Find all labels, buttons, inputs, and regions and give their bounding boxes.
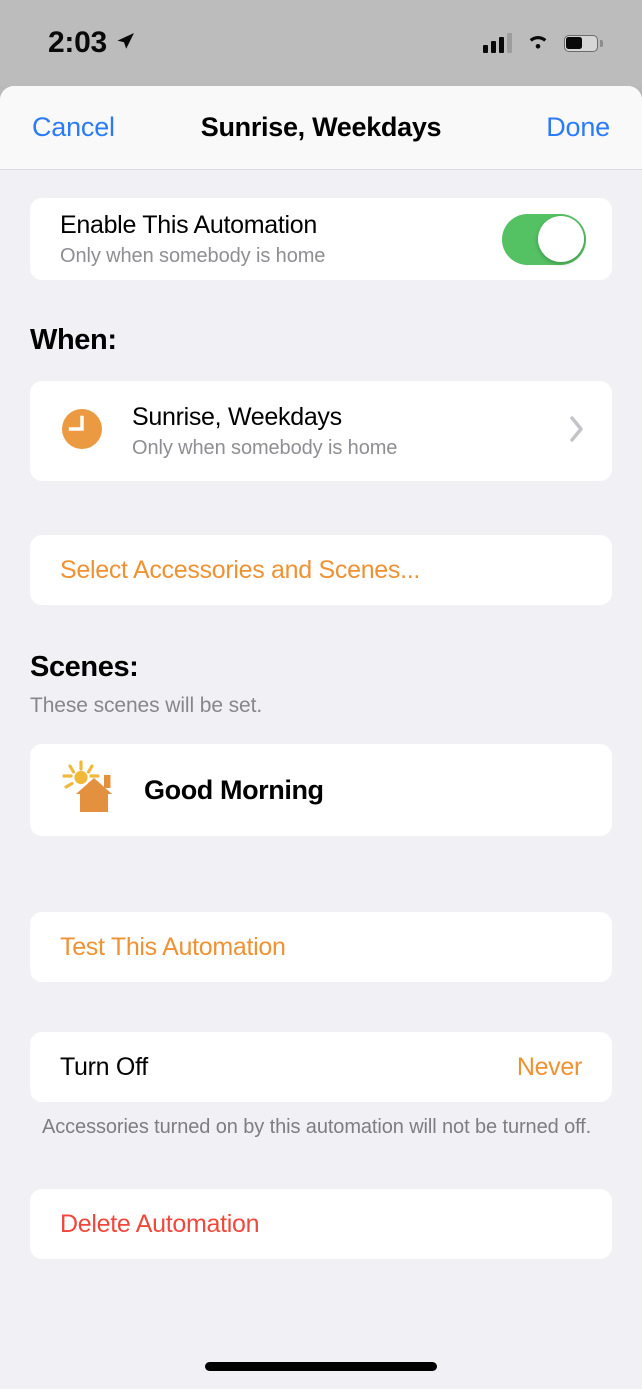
scene-list-item[interactable]: Good Morning [30,744,612,836]
sunrise-house-icon [60,758,122,823]
turn-off-value: Never [517,1053,582,1082]
enable-automation-card: Enable This Automation Only when somebod… [30,198,612,280]
toggle-knob [538,216,584,262]
scene-name: Good Morning [144,775,324,806]
when-trigger-title: Sunrise, Weekdays [132,403,568,432]
when-trigger-row[interactable]: Sunrise, Weekdays Only when somebody is … [30,381,612,481]
scenes-section-header: Scenes: [30,651,612,684]
test-automation-row[interactable]: Test This Automation [30,912,612,982]
when-card: Sunrise, Weekdays Only when somebody is … [30,381,612,481]
enable-automation-title: Enable This Automation [60,211,502,240]
delete-automation-row[interactable]: Delete Automation [30,1189,612,1259]
status-bar-right [483,31,598,56]
home-indicator[interactable] [205,1362,437,1371]
cancel-button[interactable]: Cancel [32,112,115,143]
status-bar-clock: 2:03 [48,26,107,60]
turn-off-row[interactable]: Turn Off Never [30,1032,612,1102]
enable-automation-row[interactable]: Enable This Automation Only when somebod… [30,198,612,280]
select-accessories-label: Select Accessories and Scenes... [60,556,420,585]
scenes-card: Good Morning [30,744,612,836]
location-arrow-icon [114,30,136,57]
battery-icon [564,35,598,52]
delete-automation-label: Delete Automation [60,1210,259,1239]
status-bar-left: 2:03 [48,26,136,60]
select-accessories-card: Select Accessories and Scenes... [30,535,612,605]
test-automation-label: Test This Automation [60,933,286,962]
status-bar: 2:03 [0,0,642,86]
when-section-header: When: [30,324,612,357]
enable-automation-toggle[interactable] [502,214,586,265]
when-trigger-subtitle: Only when somebody is home [132,437,568,460]
turn-off-footnote: Accessories turned on by this automation… [42,1116,600,1139]
enable-automation-subtitle: Only when somebody is home [60,245,502,268]
turn-off-card: Turn Off Never [30,1032,612,1102]
chevron-right-icon [568,414,586,449]
test-automation-card: Test This Automation [30,912,612,982]
clock-icon [60,407,104,456]
delete-automation-card: Delete Automation [30,1189,612,1259]
done-button[interactable]: Done [546,112,610,143]
navigation-bar: Cancel Sunrise, Weekdays Done [0,86,642,170]
cellular-signal-icon [483,33,512,53]
content-scroll-area: Enable This Automation Only when somebod… [0,170,642,1259]
select-accessories-row[interactable]: Select Accessories and Scenes... [30,535,612,605]
automation-detail-sheet: Cancel Sunrise, Weekdays Done Enable Thi… [0,86,642,1389]
scenes-section-subtitle: These scenes will be set. [30,694,612,718]
wifi-icon [525,31,551,56]
turn-off-label: Turn Off [60,1053,148,1082]
